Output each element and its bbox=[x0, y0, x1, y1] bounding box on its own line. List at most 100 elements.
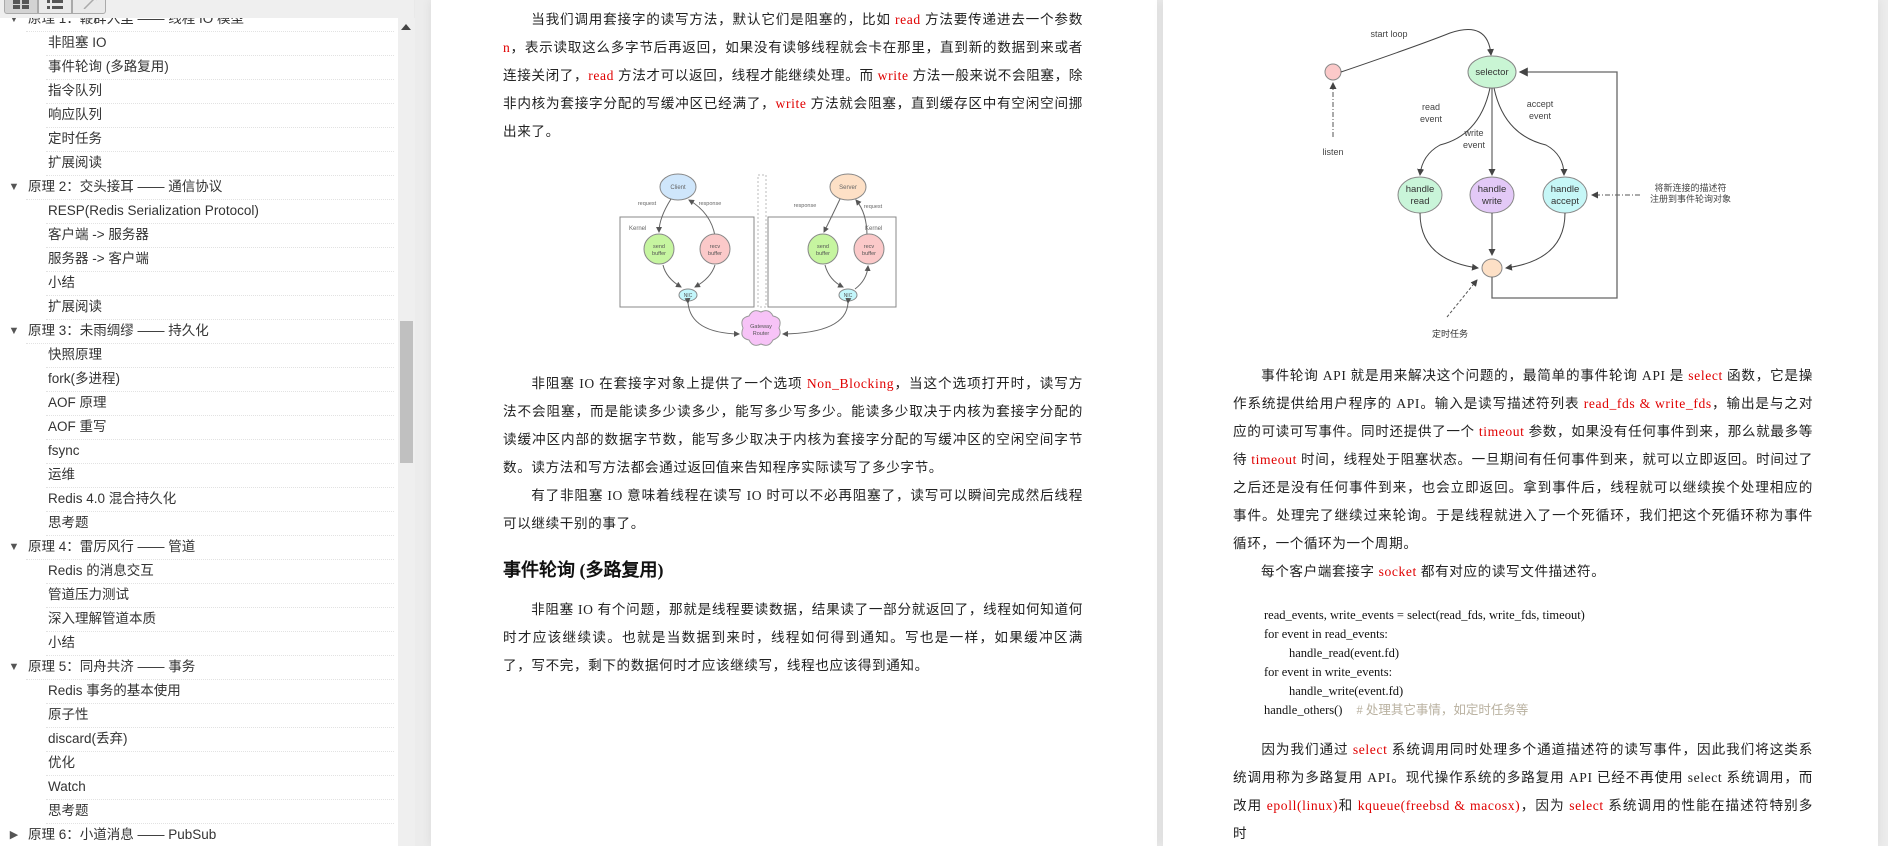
paragraph-multiplexing-api: 因为我们通过 select 系统调用同时处理多个通道描述符的读写事件，因此我们将… bbox=[1233, 736, 1813, 846]
outline-section[interactable]: Redis 4.0 混合持久化 bbox=[0, 488, 398, 512]
read-event-label: event bbox=[1420, 114, 1443, 124]
collapse-triangle-icon[interactable]: ▼ bbox=[8, 176, 20, 198]
outline-section[interactable]: fork(多进程) bbox=[0, 368, 398, 392]
outline-item-label: fsync bbox=[48, 443, 80, 458]
outline-section[interactable]: 响应队列 bbox=[0, 104, 398, 128]
outline-section[interactable]: 深入理解管道本质 bbox=[0, 608, 398, 632]
grid-icon bbox=[13, 0, 29, 9]
outline-section[interactable]: discard(丢弃) bbox=[0, 728, 398, 752]
outline-section[interactable]: 小结 bbox=[0, 632, 398, 656]
outline-section[interactable]: 原子性 bbox=[0, 704, 398, 728]
text-run: 都有对应的读写文件描述符。 bbox=[1416, 564, 1606, 579]
text-run: 非阻塞 IO 有个问题，那就是线程要读数据，结果读了一部分就返回了，线程如何知道… bbox=[503, 602, 1083, 673]
collapse-triangle-icon[interactable]: ▼ bbox=[8, 536, 20, 558]
code-line: handle_write(event.fd) bbox=[1264, 682, 1585, 701]
outline-section[interactable]: 快照原理 bbox=[0, 344, 398, 368]
outline-section[interactable]: 小结 bbox=[0, 272, 398, 296]
handle-read-node bbox=[1397, 176, 1443, 214]
thumbnail-view-button[interactable] bbox=[4, 0, 38, 14]
outline-section[interactable]: 管道压力测试 bbox=[0, 584, 398, 608]
document-viewer[interactable]: 当我们调用套接字的读写方法，默认它们是阻塞的，比如 read 方法要传递进去一个… bbox=[415, 0, 1888, 846]
handle-accept-label: accept bbox=[1551, 196, 1579, 207]
outline-item-label: 优化 bbox=[48, 755, 75, 770]
code-text: handle_others() bbox=[1264, 703, 1343, 717]
outline-section[interactable]: 事件轮询 (多路复用) bbox=[0, 56, 398, 80]
outline-section[interactable]: AOF 重写 bbox=[0, 416, 398, 440]
outline-chapter[interactable]: ▶ 原理 6：小道消息 —— PubSub bbox=[0, 824, 398, 846]
outline-section[interactable]: 优化 bbox=[0, 752, 398, 776]
outline-section[interactable]: 运维 bbox=[0, 464, 398, 488]
outline-item-label: 快照原理 bbox=[48, 347, 102, 362]
scrollbar-thumb[interactable] bbox=[400, 321, 413, 463]
collapse-triangle-icon[interactable]: ▼ bbox=[8, 320, 20, 342]
outline-item-label: 运维 bbox=[48, 467, 75, 482]
outline-chapter[interactable]: ▼ 原理 1：鞭辟入里 —— 线程 IO 模型 bbox=[0, 18, 398, 32]
outline-item-label: Watch bbox=[48, 779, 86, 794]
outline-item-label: 原理 2：交头接耳 —— 通信协议 bbox=[28, 179, 223, 194]
handle-read-label: read bbox=[1410, 196, 1429, 207]
outline-item-label: AOF 重写 bbox=[48, 419, 107, 434]
scroll-up-arrow-icon[interactable] bbox=[401, 24, 411, 30]
outline-chapter[interactable]: ▼ 原理 3：未雨绸缪 —— 持久化 bbox=[0, 320, 398, 344]
accept-event-label: accept bbox=[1527, 99, 1554, 109]
outline-chapter[interactable]: ▼ 原理 5：同舟共济 —— 事务 bbox=[0, 656, 398, 680]
outline-section[interactable]: AOF 原理 bbox=[0, 392, 398, 416]
code-text: handle_write(event.fd) bbox=[1289, 684, 1404, 698]
text-run: 当我们调用套接字的读写方法，默认它们是阻塞的，比如 bbox=[531, 12, 895, 27]
outline-section[interactable]: 思考题 bbox=[0, 800, 398, 824]
outline-item-label: 原理 6：小道消息 —— PubSub bbox=[28, 827, 217, 842]
collapse-triangle-icon[interactable]: ▼ bbox=[8, 18, 20, 30]
section-heading-event-polling: 事件轮询 (多路复用) bbox=[503, 560, 664, 580]
start-loop-label: start loop bbox=[1370, 29, 1407, 39]
outline-section[interactable]: RESP(Redis Serialization Protocol) bbox=[0, 200, 398, 224]
request-label: request bbox=[638, 201, 657, 207]
outline-section[interactable]: Redis 事务的基本使用 bbox=[0, 680, 398, 704]
listen-node bbox=[1324, 63, 1342, 81]
outline-section[interactable]: fsync bbox=[0, 440, 398, 464]
expand-triangle-icon[interactable]: ▶ bbox=[8, 824, 20, 846]
buffer-label: buffer bbox=[862, 251, 876, 257]
outline-scrollbar[interactable] bbox=[398, 18, 415, 846]
outline-chapter[interactable]: ▼ 原理 4：雷厉风行 —— 管道 bbox=[0, 536, 398, 560]
outline-section[interactable]: 服务器 -> 客户端 bbox=[0, 248, 398, 272]
outline-section[interactable]: 定时任务 bbox=[0, 128, 398, 152]
outline-chapter[interactable]: ▼ 原理 2：交头接耳 —— 通信协议 bbox=[0, 176, 398, 200]
paragraph-non-blocking: 非阻塞 IO 在套接字对象上提供了一个选项 Non_Blocking，当这个选项… bbox=[503, 370, 1083, 482]
outline-item-label: 小结 bbox=[48, 635, 75, 650]
selector-label: selector bbox=[1475, 67, 1508, 78]
outline-item-label: 扩展阅读 bbox=[48, 155, 102, 170]
outline-section[interactable]: Redis 的消息交互 bbox=[0, 560, 398, 584]
outline-section[interactable]: 非阻塞 IO bbox=[0, 32, 398, 56]
outline-section[interactable]: 指令队列 bbox=[0, 80, 398, 104]
outline-item-label: 原理 4：雷厉风行 —— 管道 bbox=[28, 539, 196, 554]
outline-section[interactable]: 扩展阅读 bbox=[0, 296, 398, 320]
router-label: Router bbox=[753, 331, 770, 337]
collapse-triangle-icon[interactable]: ▼ bbox=[8, 656, 20, 678]
write-event-label: event bbox=[1463, 140, 1486, 150]
handle-write-label: write bbox=[1481, 196, 1502, 207]
outline-item-label: 小结 bbox=[48, 275, 75, 290]
outline-item-label: Redis 的消息交互 bbox=[48, 563, 154, 578]
register-note: 将新连接的描述符 注册到事件轮询对象 bbox=[1650, 183, 1731, 205]
code-line: read_events, write_events = select(read_… bbox=[1264, 606, 1585, 625]
buffer-label: buffer bbox=[708, 251, 722, 257]
highlighted-term: read bbox=[588, 68, 615, 83]
outline-item-label: 服务器 -> 客户端 bbox=[48, 251, 149, 266]
highlighted-term: timeout bbox=[1251, 452, 1297, 467]
outline-item-label: 原子性 bbox=[48, 707, 89, 722]
text-run: 时间，线程处于阻塞状态。一旦期间有任何事件到来，就可以立即返回。时间过了之后还是… bbox=[1233, 452, 1813, 551]
recv-label: recv bbox=[864, 244, 875, 250]
outline-section[interactable]: Watch bbox=[0, 776, 398, 800]
outline-item-label: Redis 事务的基本使用 bbox=[48, 683, 181, 698]
outline-item-label: 定时任务 bbox=[48, 131, 102, 146]
outline-item-label: 扩展阅读 bbox=[48, 299, 102, 314]
outline-section[interactable]: 扩展阅读 bbox=[0, 152, 398, 176]
client-label: Client bbox=[670, 185, 686, 191]
outline-view-button[interactable] bbox=[38, 0, 72, 14]
outline-section[interactable]: 客户端 -> 服务器 bbox=[0, 224, 398, 248]
send-label: send bbox=[653, 244, 665, 250]
document-page-right: start loop listen selector read event wr… bbox=[1163, 0, 1878, 846]
outline-section[interactable]: 思考题 bbox=[0, 512, 398, 536]
nic-label: NIC bbox=[684, 293, 693, 299]
attachments-view-button[interactable] bbox=[72, 0, 106, 14]
